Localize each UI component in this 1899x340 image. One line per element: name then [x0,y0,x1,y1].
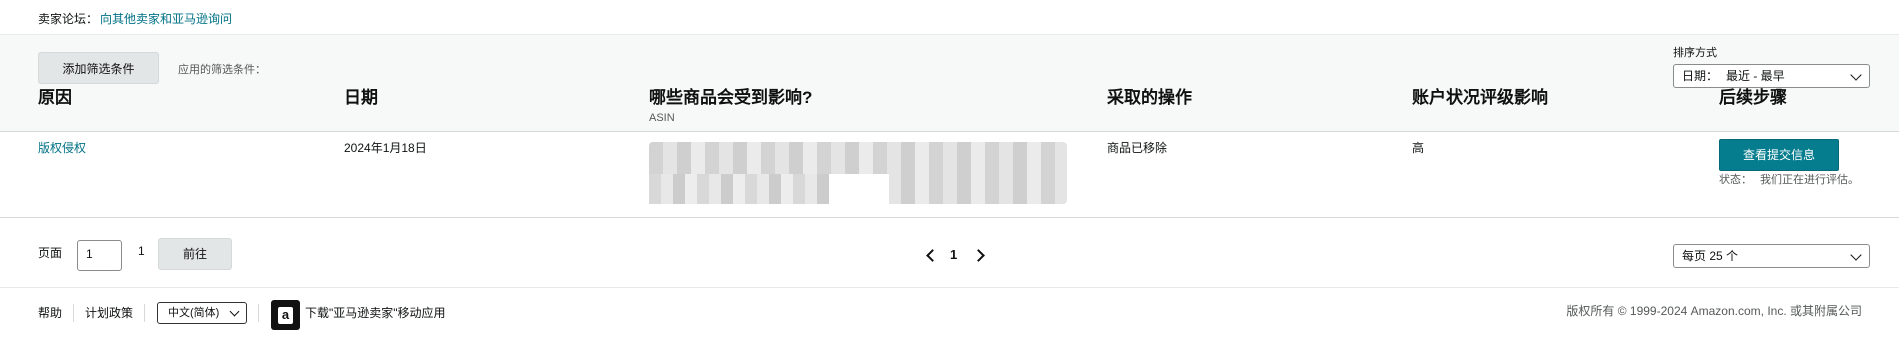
language-value: 中文(简体) [168,307,220,319]
chevron-down-icon [229,306,240,317]
status-value: 我们正在进行评估。 [1760,174,1859,186]
redacted-asin-image-line2 [649,174,829,204]
chevron-down-icon [1850,69,1862,81]
chevron-right-icon[interactable] [972,249,985,262]
page-label: 页面 [38,246,63,260]
impact-cell: 高 [1412,141,1425,155]
row-divider [0,217,1899,218]
go-button[interactable]: 前往 [158,238,232,270]
current-page[interactable]: 1 [950,247,957,262]
add-filter-button[interactable]: 添加筛选条件 [38,52,159,84]
total-pages: 1 [138,244,145,258]
footer-separator [258,304,259,322]
amazon-app-icon[interactable]: a [271,300,300,330]
policies-link[interactable]: 计划政策 [85,305,133,321]
footer-separator [144,304,145,322]
sort-label: 排序方式 [1673,47,1717,59]
column-header-action: 采取的操作 [1107,88,1192,107]
footer-separator [73,304,74,322]
view-submission-button[interactable]: 查看提交信息 [1719,139,1839,171]
column-subheader-asin: ASIN [649,112,675,124]
footer-divider [0,287,1899,288]
language-select[interactable]: 中文(简体) [157,302,247,324]
page-number-input[interactable]: 1 [77,240,122,271]
filter-header-band [0,34,1899,132]
sort-select[interactable]: 日期： 最近 - 最早 [1673,64,1870,88]
status-line: 状态： 我们正在进行评估。 [1719,171,1859,187]
seller-forum-line: 卖家论坛： 向其他卖家和亚马逊询问 [38,11,232,27]
per-page-value: 每页 25 个 [1682,249,1739,263]
column-header-health-impact: 账户状况评级影响 [1412,88,1548,107]
applied-filters-label: 应用的筛选条件： [178,64,266,76]
chevron-down-icon [1850,249,1862,261]
status-label: 状态： [1719,174,1752,186]
column-header-reason: 原因 [38,88,72,107]
action-cell: 商品已移除 [1107,141,1168,155]
sort-value: 最近 - 最早 [1726,69,1785,83]
column-header-affected: 哪些商品会受到影响? [649,88,813,107]
column-header-date: 日期 [344,88,378,107]
forum-ask-link[interactable]: 向其他卖家和亚马逊询问 [100,12,232,26]
forum-label: 卖家论坛： [38,12,99,26]
reason-link[interactable]: 版权侵权 [38,140,86,156]
app-icon-glyph: a [281,307,290,322]
copyright: 版权所有 © 1999-2024 Amazon.com, Inc. 或其附属公司 [1566,304,1862,318]
chevron-left-icon[interactable] [926,249,939,262]
date-cell: 2024年1月18日 [344,141,427,155]
sort-field: 日期： [1682,69,1719,83]
app-download-link[interactable]: 下载"亚马逊卖家"移动应用 [305,305,446,321]
help-link[interactable]: 帮助 [38,305,62,321]
column-header-next-steps: 后续步骤 [1719,88,1787,107]
per-page-select[interactable]: 每页 25 个 [1673,244,1870,268]
